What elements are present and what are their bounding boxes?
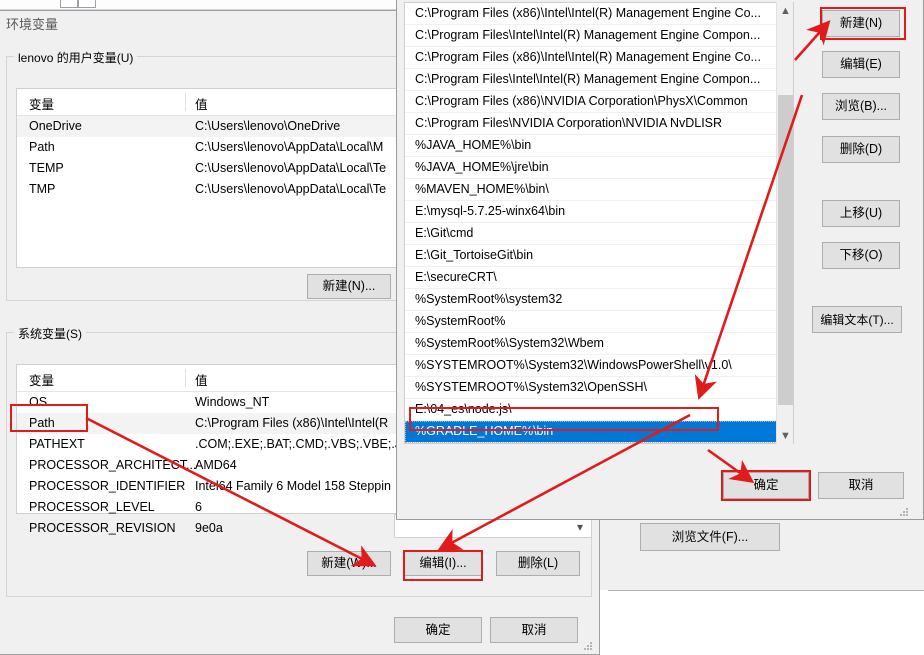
user-new-button[interactable]: 新建(N)... [307, 274, 391, 299]
variable-name: PROCESSOR_ARCHITECT... [29, 458, 197, 472]
delete-button[interactable]: 删除(D) [822, 136, 900, 163]
browse-file-button[interactable]: 浏览文件(F)... [640, 523, 780, 551]
path-entry-text: E:\mysql-5.7.25-winx64\bin [415, 204, 566, 218]
edit-ok-button[interactable]: 确定 [723, 472, 809, 499]
path-entry-text: %SystemRoot%\System32\Wbem [415, 336, 604, 350]
path-entry-text: %SYSTEMROOT%\System32\OpenSSH\ [415, 380, 648, 394]
chevron-up-icon[interactable]: ▲ [777, 2, 794, 19]
system-delete-button[interactable]: 删除(L) [496, 551, 580, 576]
path-entry-text: C:\Program Files\Intel\Intel(R) Manageme… [415, 72, 761, 86]
chevron-down-icon: ▾ [576, 520, 583, 534]
list-item[interactable]: %SYSTEMROOT%\System32\WindowsPowerShell\… [405, 355, 793, 377]
path-entry-text: C:\Program Files (x86)\NVIDIA Corporatio… [415, 94, 748, 108]
path-entry-text: E:\secureCRT\ [415, 270, 497, 284]
system-new-button[interactable]: 新建(W)... [307, 551, 391, 576]
path-entry-text: C:\Program Files\NVIDIA Corporation\NVID… [415, 116, 723, 130]
list-item[interactable]: C:\Program Files\Intel\Intel(R) Manageme… [405, 25, 793, 47]
path-entries-list[interactable]: C:\Program Files (x86)\Intel\Intel(R) Ma… [404, 2, 794, 444]
scrollbar-thumb[interactable] [778, 95, 793, 405]
path-entry-text: %GRADLE_HOME%\bin [415, 424, 554, 438]
variable-name: PROCESSOR_IDENTIFIER [29, 479, 186, 493]
env-ok-button[interactable]: 确定 [394, 617, 482, 643]
column-header-value: 值 [195, 98, 208, 112]
variable-name: TMP [29, 182, 56, 196]
edit-cancel-button[interactable]: 取消 [818, 472, 904, 499]
variable-name: TEMP [29, 161, 64, 175]
resize-grip[interactable] [900, 508, 910, 518]
edit-text-button[interactable]: 编辑文本(T)... [812, 306, 902, 333]
column-header-name: 变量 [29, 374, 55, 388]
new-button[interactable]: 新建(N) [822, 10, 900, 37]
list-item[interactable]: E:\04_es\node.js\ [405, 399, 793, 421]
chevron-down-icon[interactable]: ▼ [777, 427, 794, 444]
path-entry-text: E:\04_es\node.js\ [415, 402, 512, 416]
list-item[interactable]: C:\Program Files (x86)\Intel\Intel(R) Ma… [405, 3, 793, 25]
list-item[interactable]: %JAVA_HOME%\bin [405, 135, 793, 157]
path-list-scrollbar[interactable]: ▲ ▼ [776, 2, 793, 444]
list-item[interactable]: C:\Program Files (x86)\NVIDIA Corporatio… [405, 91, 793, 113]
list-item[interactable]: %SystemRoot%\system32 [405, 289, 793, 311]
column-header-name: 变量 [29, 98, 55, 112]
list-item[interactable]: C:\Program Files\Intel\Intel(R) Manageme… [405, 69, 793, 91]
path-entry-text: %SYSTEMROOT%\System32\WindowsPowerShell\… [415, 358, 732, 372]
list-item[interactable]: E:\Git\cmd [405, 223, 793, 245]
list-item[interactable]: %SYSTEMROOT%\System32\OpenSSH\ [405, 377, 793, 399]
list-item[interactable]: C:\Program Files (x86)\Intel\Intel(R) Ma… [405, 47, 793, 69]
path-entry-text: E:\Git\cmd [415, 226, 474, 240]
variable-name: Path [29, 140, 55, 154]
path-entry-text: C:\Program Files\Intel\Intel(R) Manageme… [415, 28, 761, 42]
column-header-value: 值 [195, 374, 208, 388]
path-entry-text: %JAVA_HOME%\bin [415, 138, 532, 152]
list-item[interactable]: %SystemRoot% [405, 311, 793, 333]
path-entry-text: E:\Git_TortoiseGit\bin [415, 248, 534, 262]
user-variables-group-label: lenovo 的用户变量(U) [14, 49, 138, 66]
variable-name: PROCESSOR_LEVEL [29, 500, 155, 514]
list-item[interactable]: %JAVA_HOME%\jre\bin [405, 157, 793, 179]
list-item[interactable]: %MAVEN_HOME%\bin\ [405, 179, 793, 201]
list-item[interactable]: E:\secureCRT\ [405, 267, 793, 289]
path-entry-text: %MAVEN_HOME%\bin\ [415, 182, 549, 196]
list-item[interactable]: E:\mysql-5.7.25-winx64\bin [405, 201, 793, 223]
path-entry-text: %JAVA_HOME%\jre\bin [415, 160, 549, 174]
path-entry-text: C:\Program Files (x86)\Intel\Intel(R) Ma… [415, 6, 761, 20]
system-variables-group-label: 系统变量(S) [14, 325, 86, 342]
browse-button[interactable]: 浏览(B)... [822, 93, 900, 120]
path-entry-text: %SystemRoot%\system32 [415, 292, 563, 306]
list-item[interactable]: %GRADLE_HOME%\bin [405, 421, 793, 443]
list-item[interactable]: E:\Git_TortoiseGit\bin [405, 245, 793, 267]
background-white-area [608, 590, 924, 655]
path-entry-text: C:\Program Files (x86)\Intel\Intel(R) Ma… [415, 50, 761, 64]
path-entry-text: %SystemRoot% [415, 314, 506, 328]
resize-grip[interactable] [584, 642, 594, 652]
variable-name: OS [29, 395, 48, 409]
move-down-button[interactable]: 下移(O) [822, 242, 900, 269]
variable-name: Path [29, 416, 55, 430]
list-item[interactable]: %SystemRoot%\System32\Wbem [405, 333, 793, 355]
move-up-button[interactable]: 上移(U) [822, 200, 900, 227]
variable-name: PATHEXT [29, 437, 85, 451]
env-cancel-button[interactable]: 取消 [490, 617, 578, 643]
edit-button[interactable]: 编辑(E) [822, 51, 900, 78]
variable-name: PROCESSOR_REVISION [29, 521, 176, 535]
variable-name: OneDrive [29, 119, 82, 133]
dialog-title: 环境变量 [6, 17, 59, 32]
system-edit-button[interactable]: 编辑(I)... [404, 551, 482, 576]
list-item[interactable]: C:\Program Files\NVIDIA Corporation\NVID… [405, 113, 793, 135]
